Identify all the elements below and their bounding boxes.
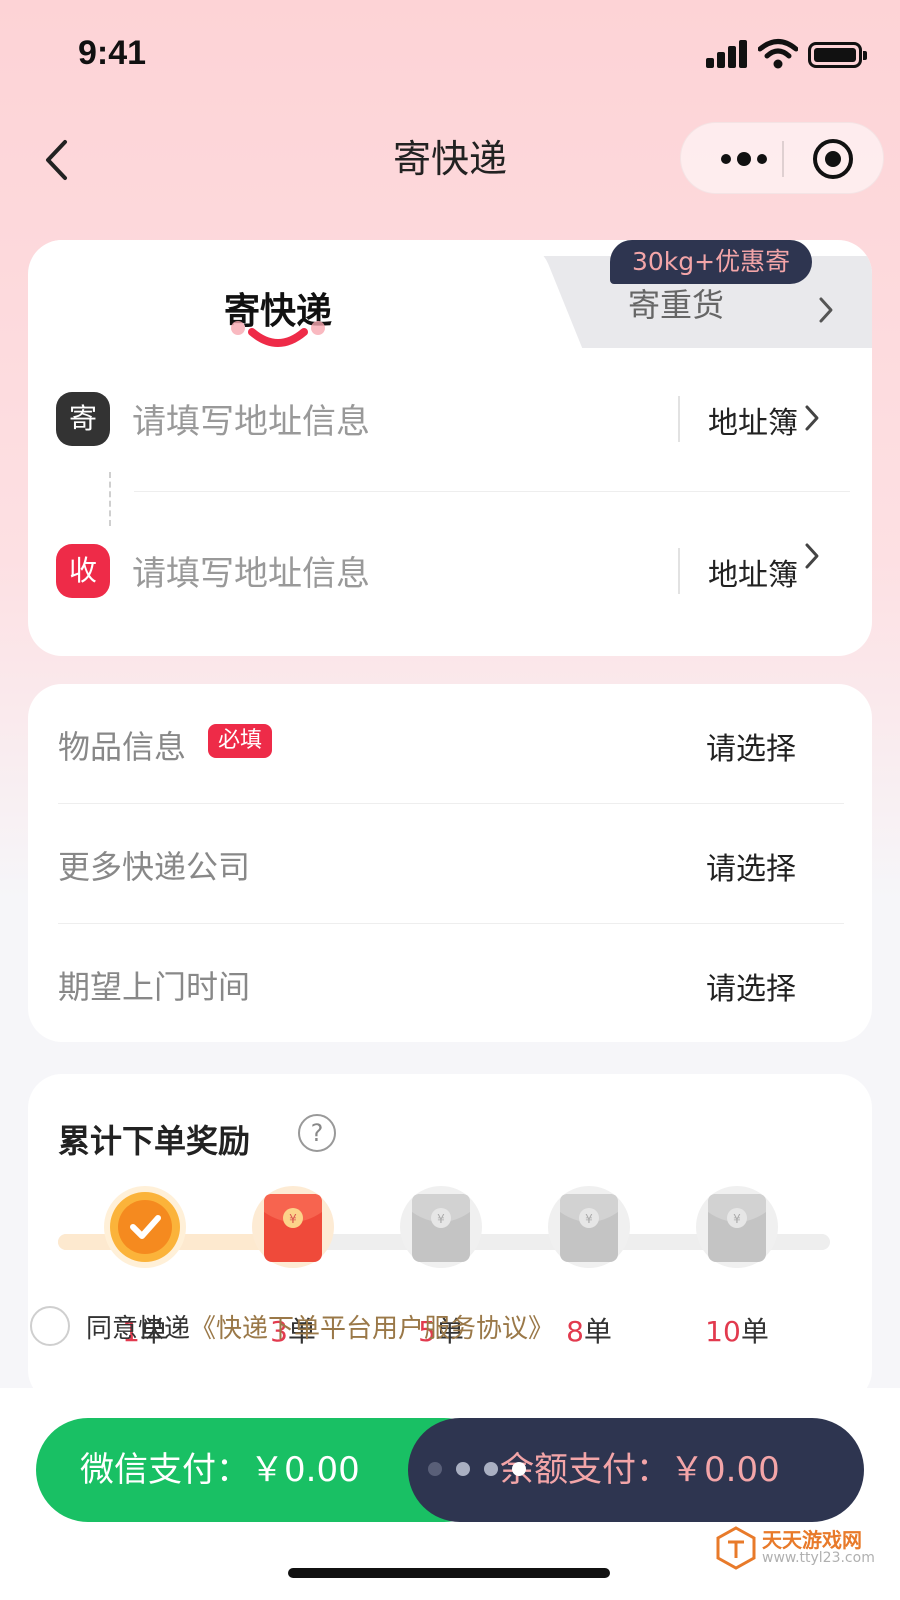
shipment-info-card: 物品信息 必填 请选择 更多快递公司 请选择 期望上门时间 请选择	[28, 684, 872, 1042]
smile-underline-icon	[231, 321, 325, 347]
courier-company-label: 更多快递公司	[58, 848, 251, 886]
sender-address-book-link[interactable]: 地址簿	[708, 398, 798, 442]
agreement-text: 同意快递《快递下单平台用户服务协议》	[86, 1308, 554, 1345]
target-close-icon[interactable]	[813, 139, 853, 179]
courier-company-select[interactable]: 请选择	[706, 844, 796, 888]
sender-address-row[interactable]: 寄 请填写地址信息 地址簿	[28, 370, 872, 470]
pickup-time-label: 期望上门时间	[58, 968, 251, 1006]
pickup-time-row[interactable]: 期望上门时间 请选择	[58, 924, 844, 1044]
item-info-select[interactable]: 请选择	[706, 724, 796, 768]
milestone-1[interactable]: 1单	[100, 1186, 190, 1348]
milestone-3[interactable]: ¥ 3单	[248, 1186, 338, 1348]
receiver-address-book-link[interactable]: 地址簿	[708, 550, 798, 594]
pager-dot-active	[512, 1462, 526, 1476]
check-badge-icon	[110, 1192, 180, 1262]
home-indicator	[288, 1568, 610, 1578]
divider	[678, 548, 680, 594]
milestone-10[interactable]: ¥ 10单	[692, 1186, 782, 1348]
pager-dot	[484, 1462, 498, 1476]
receiver-badge: 收	[56, 544, 110, 598]
agreement-row: 同意快递《快递下单平台用户服务协议》	[28, 1302, 872, 1348]
milestone-5[interactable]: ¥ 5单	[396, 1186, 486, 1348]
agreement-prefix: 同意快递	[86, 1314, 191, 1344]
svg-text:¥: ¥	[585, 1212, 593, 1226]
svg-text:¥: ¥	[733, 1212, 741, 1226]
red-envelope-icon: ¥	[264, 1194, 322, 1262]
pager-dots	[428, 1462, 526, 1476]
watermark-text: 天天游戏网	[762, 1528, 862, 1552]
capsule-divider	[782, 141, 784, 177]
red-envelope-icon: ¥	[708, 1194, 766, 1262]
address-card: 寄快递 寄重货 寄 请填写地址信息 地址簿 收 请填写地址信息 地址簿	[28, 240, 872, 656]
receiver-address-placeholder[interactable]: 请填写地址信息	[132, 546, 370, 595]
question-circle-icon[interactable]: ?	[298, 1114, 336, 1152]
watermark-logo-icon	[716, 1526, 756, 1570]
tab-heavy[interactable]: 寄重货	[628, 280, 808, 326]
sender-address-placeholder[interactable]: 请填写地址信息	[132, 394, 370, 443]
payment-buttons: 微信支付：￥0.00 余额支付：￥0.00	[36, 1418, 864, 1522]
chevron-right-icon	[819, 297, 833, 323]
status-time: 9:41	[78, 34, 147, 72]
battery-icon	[808, 42, 867, 68]
svg-text:¥: ¥	[289, 1212, 297, 1226]
divider	[134, 491, 850, 492]
red-envelope-icon: ¥	[412, 1194, 470, 1262]
status-bar: 9:41	[0, 0, 900, 110]
watermark: 天天游戏网 www.ttyl23.com	[716, 1520, 892, 1576]
svg-text:¥: ¥	[437, 1212, 445, 1226]
agreement-checkbox[interactable]	[30, 1306, 70, 1346]
cellular-signal-icon	[706, 40, 750, 68]
wifi-icon	[758, 39, 798, 69]
item-info-row[interactable]: 物品信息 必填 请选择	[58, 684, 844, 804]
item-info-label: 物品信息	[58, 728, 187, 766]
agreement-link[interactable]: 《快递下单平台用户服务协议》	[190, 1314, 554, 1344]
order-reward-card: 累计下单奖励 ? 1单 ¥ 3单 ¥ 5单 ¥ 8单 ¥ 10单	[28, 1074, 872, 1404]
more-dots-icon[interactable]	[709, 141, 779, 177]
sender-badge: 寄	[56, 392, 110, 446]
red-envelope-icon: ¥	[560, 1194, 618, 1262]
address-connector-line	[109, 472, 111, 526]
pager-dot	[456, 1462, 470, 1476]
pickup-time-select[interactable]: 请选择	[706, 964, 796, 1008]
pager-dot	[428, 1462, 442, 1476]
required-badge: 必填	[208, 724, 273, 758]
watermark-url: www.ttyl23.com	[762, 1550, 875, 1566]
mini-program-capsule	[680, 122, 884, 194]
courier-company-row[interactable]: 更多快递公司 请选择	[58, 804, 844, 924]
chevron-right-icon	[805, 543, 819, 569]
promo-badge[interactable]: 30kg+优惠寄	[610, 240, 813, 284]
milestone-8[interactable]: ¥ 8单	[544, 1186, 634, 1348]
chevron-right-icon	[805, 405, 819, 431]
receiver-address-row[interactable]: 收 请填写地址信息 地址簿	[28, 522, 872, 622]
divider	[678, 396, 680, 442]
reward-title: 累计下单奖励	[58, 1122, 251, 1160]
